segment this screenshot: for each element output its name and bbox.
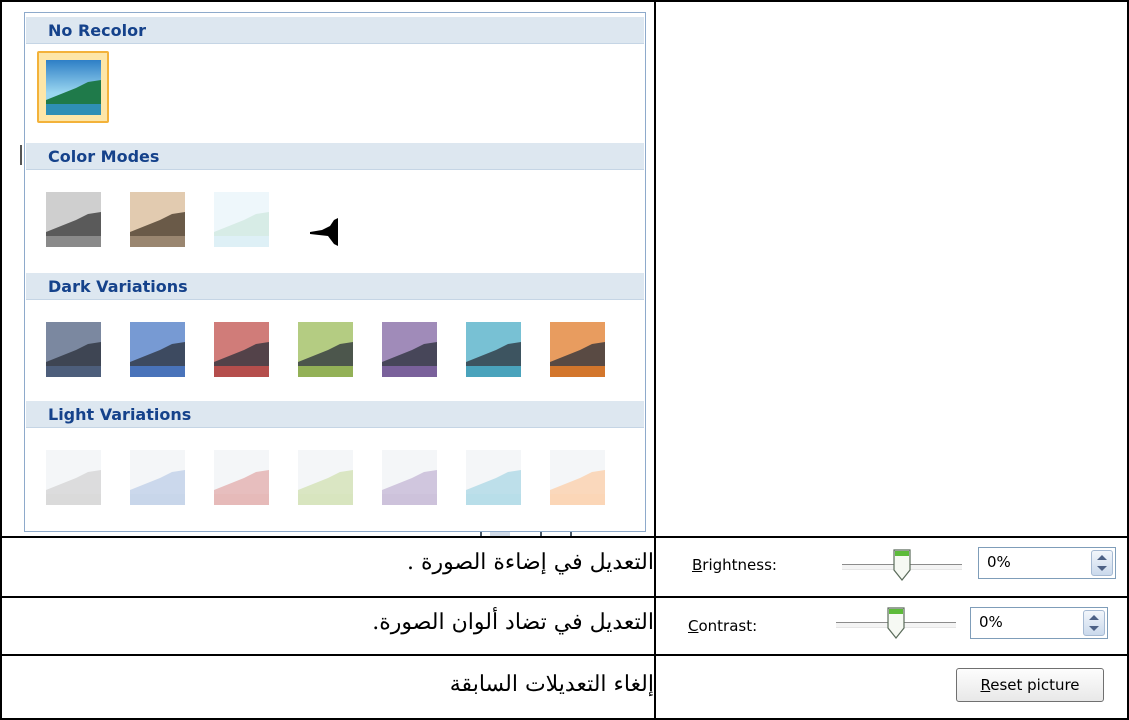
section-header-no-recolor: No Recolor — [26, 17, 644, 44]
swatch-light-variation-1[interactable] — [37, 441, 109, 513]
swatch-light-variation-2[interactable] — [121, 441, 193, 513]
brightness-spin-buttons[interactable] — [1091, 550, 1113, 576]
spin-up-icon[interactable] — [1089, 615, 1099, 620]
picture-thumbnail-icon — [465, 449, 521, 505]
spin-up-icon[interactable] — [1097, 555, 1107, 560]
picture-thumbnail-icon — [45, 449, 101, 505]
section-header-color-modes: Color Modes — [26, 143, 644, 170]
table-row-divider-2 — [0, 596, 1129, 598]
swatch-dark-variation-4[interactable] — [289, 313, 361, 385]
picture-thumbnail-icon — [213, 191, 269, 247]
picture-thumbnail-icon — [213, 449, 269, 505]
swatch-black-and-white[interactable] — [289, 183, 361, 255]
section-header-dark-variations: Dark Variations — [26, 273, 644, 300]
picture-thumbnail-icon — [129, 191, 185, 247]
brightness-slider-thumb[interactable] — [892, 548, 912, 582]
contrast-slider-thumb[interactable] — [886, 606, 906, 640]
swatch-original[interactable] — [37, 51, 109, 123]
table-row-divider-1 — [0, 536, 1129, 538]
picture-thumbnail-icon — [549, 321, 605, 377]
picture-thumbnail-icon — [381, 449, 437, 505]
brightness-spinner[interactable]: 0% — [978, 547, 1116, 579]
picture-thumbnail-icon — [549, 449, 605, 505]
reset-picture-button[interactable]: Reset picture — [956, 668, 1104, 702]
contrast-spinner[interactable]: 0% — [970, 607, 1108, 639]
brightness-value[interactable]: 0% — [987, 553, 1011, 571]
swatch-light-variation-6[interactable] — [457, 441, 529, 513]
picture-thumbnail-icon — [213, 321, 269, 377]
swatch-dark-variation-2[interactable] — [121, 313, 193, 385]
contrast-label: Contrast: — [688, 617, 758, 635]
brightness-description: التعديل في إضاءة الصورة . — [407, 550, 654, 575]
reset-description: إلغاء التعديلات السابقة — [449, 672, 654, 697]
picture-thumbnail-icon — [297, 449, 353, 505]
swatch-light-variation-3[interactable] — [205, 441, 277, 513]
picture-thumbnail-icon — [465, 321, 521, 377]
swatch-light-variation-5[interactable] — [373, 441, 445, 513]
swatch-dark-variation-7[interactable] — [541, 313, 613, 385]
picture-thumbnail-icon — [45, 321, 101, 377]
swatch-sepia[interactable] — [121, 183, 193, 255]
swatch-washout[interactable] — [205, 183, 277, 255]
picture-thumbnail-icon — [129, 449, 185, 505]
brightness-label: Brightness: — [692, 556, 777, 574]
picture-thumbnail-icon — [45, 59, 101, 115]
swatch-dark-variation-3[interactable] — [205, 313, 277, 385]
table-border-top — [0, 0, 1129, 2]
table-border-middle — [654, 0, 656, 720]
section-header-light-variations: Light Variations — [26, 401, 644, 428]
picture-thumbnail-icon — [45, 191, 101, 247]
table-border-left — [0, 0, 2, 720]
swatch-light-variation-4[interactable] — [289, 441, 361, 513]
contrast-spin-buttons[interactable] — [1083, 610, 1105, 636]
spin-down-icon[interactable] — [1089, 626, 1099, 631]
picture-thumbnail-icon — [297, 191, 353, 247]
table-row-divider-3 — [0, 654, 1129, 656]
picture-thumbnail-icon — [381, 321, 437, 377]
swatch-dark-variation-5[interactable] — [373, 313, 445, 385]
contrast-value[interactable]: 0% — [979, 613, 1003, 631]
picture-thumbnail-icon — [297, 321, 353, 377]
contrast-description: التعديل في تضاد ألوان الصورة. — [372, 610, 654, 635]
picture-thumbnail-icon — [129, 321, 185, 377]
swatch-grayscale[interactable] — [37, 183, 109, 255]
background-fragment — [20, 145, 22, 165]
spin-down-icon[interactable] — [1097, 566, 1107, 571]
recolor-gallery: No Recolor Color Modes Dark Variations L… — [24, 12, 646, 532]
swatch-dark-variation-1[interactable] — [37, 313, 109, 385]
swatch-dark-variation-6[interactable] — [457, 313, 529, 385]
swatch-light-variation-7[interactable] — [541, 441, 613, 513]
